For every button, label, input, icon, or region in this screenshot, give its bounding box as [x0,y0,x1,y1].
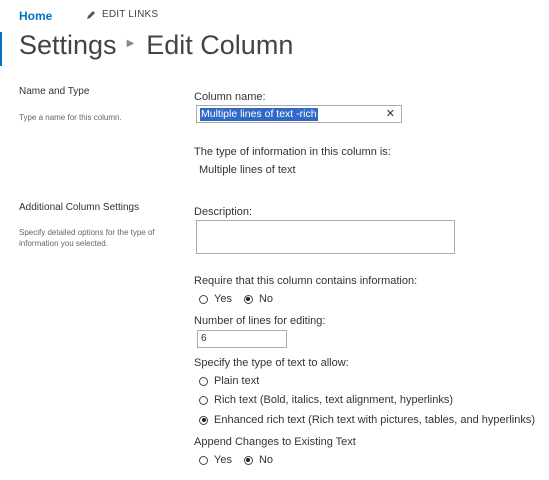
append-no-radio[interactable] [243,455,253,465]
require-yes-label: Yes [214,293,232,305]
append-no-label: No [258,454,274,466]
require-yes-option[interactable]: Yes [199,293,232,305]
require-label: Require that this column contains inform… [194,275,418,287]
page-title: Settings ▶ Edit Column [19,30,293,61]
section-title-additional: Additional Column Settings [19,202,140,213]
append-radio-group: Yes No [199,454,273,466]
text-type-rich-label: Rich text (Bold, italics, text alignment… [214,394,454,406]
page-accent-bar [0,32,2,66]
lines-for-editing-input[interactable]: 6 [197,330,287,348]
section-desc-name-type: Type a name for this column. [19,113,122,122]
append-label: Append Changes to Existing Text [194,436,356,448]
type-info-value: Multiple lines of text [199,164,296,176]
append-yes-radio[interactable] [199,455,208,465]
require-no-option[interactable]: No [243,293,274,305]
text-type-label: Specify the type of text to allow: [194,357,349,369]
column-name-input[interactable]: Multiple lines of text -rich ✕ [196,105,402,123]
text-type-enhanced-radio[interactable] [199,415,208,425]
text-type-plain-radio[interactable] [199,376,208,386]
pencil-icon [87,10,95,19]
breadcrumb-edit-column: Edit Column [146,30,294,60]
description-label: Description: [194,206,253,218]
lines-label: Number of lines for editing: [194,315,326,327]
column-name-value: Multiple lines of text -rich [200,108,318,121]
edit-links-label: EDIT LINKS [102,9,159,20]
description-textarea[interactable] [196,220,455,254]
append-yes-option[interactable]: Yes [199,454,232,466]
text-type-rich-option[interactable]: Rich text (Bold, italics, text alignment… [199,394,453,406]
text-type-enhanced-label: Enhanced rich text (Rich text with pictu… [214,414,535,426]
close-icon[interactable]: ✕ [386,107,395,120]
require-no-radio[interactable] [243,294,253,304]
column-name-label: Column name: [194,91,266,103]
breadcrumb-settings[interactable]: Settings [19,30,117,60]
edit-links-button[interactable]: EDIT LINKS [86,9,158,20]
section-desc-additional-line1: Specify detailed options for the type of [19,228,155,237]
require-no-label: No [258,293,274,305]
section-desc-additional-line2: information you selected. [19,239,108,248]
lines-for-editing-value: 6 [201,333,207,344]
text-type-rich-radio[interactable] [199,395,208,405]
section-title-name-type: Name and Type [19,86,90,97]
append-no-option[interactable]: No [243,454,274,466]
text-type-plain-option[interactable]: Plain text [199,375,259,387]
text-type-enhanced-option[interactable]: Enhanced rich text (Rich text with pictu… [199,414,535,426]
append-yes-label: Yes [214,454,232,466]
chevron-right-icon: ▶ [126,38,135,50]
require-radio-group: Yes No [199,293,273,305]
type-info-label: The type of information in this column i… [194,146,391,158]
home-link[interactable]: Home [19,9,52,23]
text-type-plain-label: Plain text [214,375,260,387]
require-yes-radio[interactable] [199,294,208,304]
